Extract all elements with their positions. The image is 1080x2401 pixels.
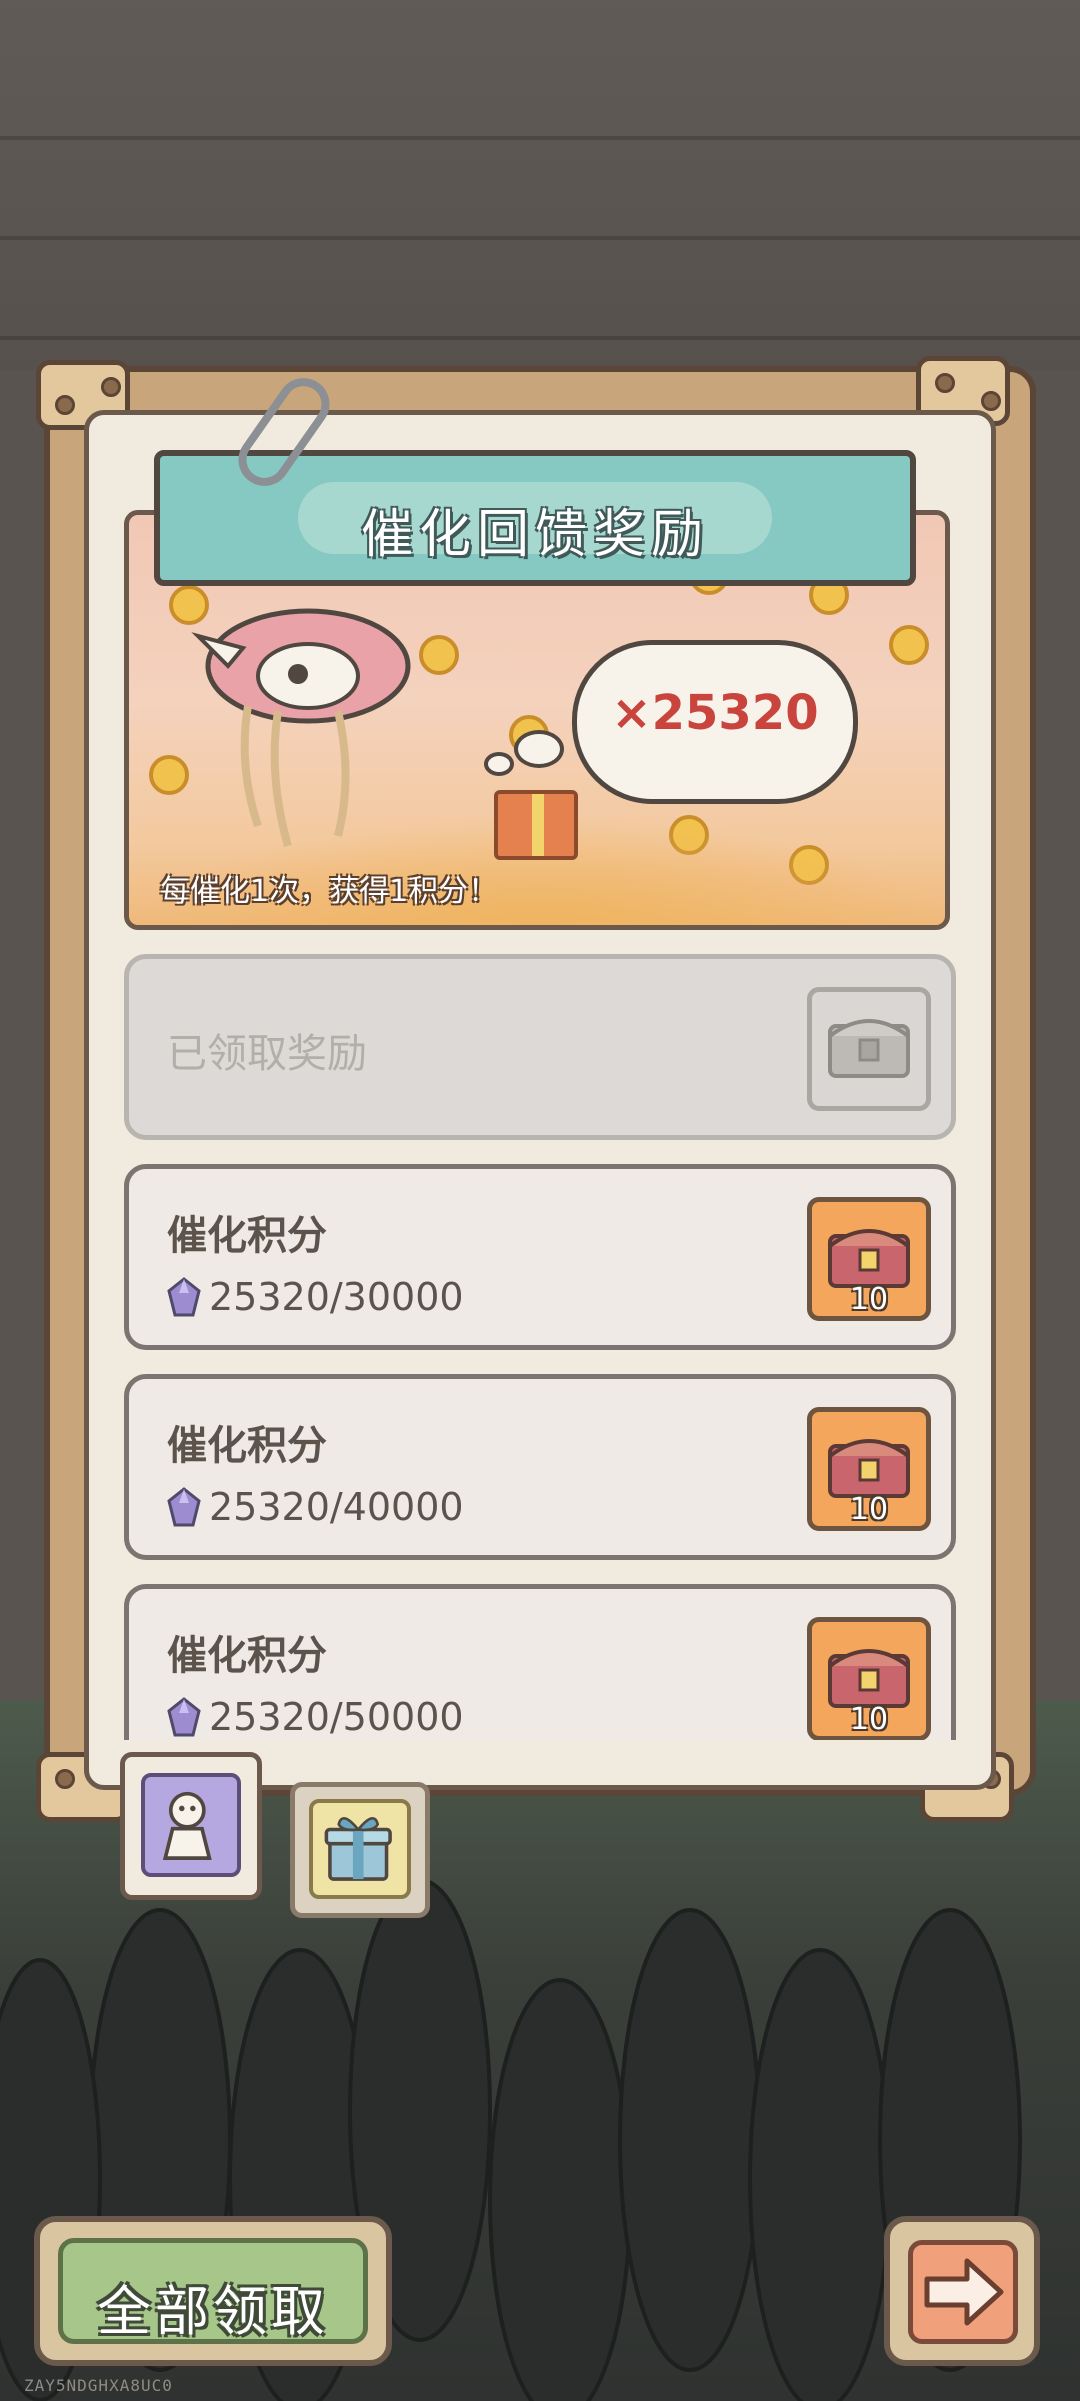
thought-bubble-small — [484, 752, 514, 776]
chest-icon — [828, 1019, 910, 1078]
coin-icon — [149, 755, 189, 795]
reward-chest-slot[interactable]: 10 — [807, 1617, 931, 1740]
reward-row-label: 催化积分 — [167, 1213, 327, 1259]
reward-chest-slot[interactable]: 10 — [807, 1197, 931, 1321]
watermark-text: ZAY5NDGHXA8UC0 — [24, 2376, 173, 2395]
crystal-gem-icon — [167, 1697, 201, 1737]
gift-box-icon — [309, 1799, 411, 1899]
points-bubble: ×25320 — [572, 640, 858, 804]
reward-row[interactable]: 催化积分 25320/30000 10 — [124, 1164, 956, 1350]
reward-row[interactable]: 催化积分 25320/40000 10 — [124, 1374, 956, 1560]
reward-row-label: 催化积分 — [167, 1633, 327, 1679]
reward-progress-text: 25320/50000 — [209, 1695, 464, 1739]
reward-chest-slot — [807, 987, 931, 1111]
panel-title: 催化回馈奖励 — [360, 505, 709, 565]
creature-character-icon — [191, 608, 411, 848]
gift-box-icon — [494, 790, 578, 860]
doll-icon — [141, 1773, 241, 1877]
chest-count: 10 — [849, 1702, 889, 1737]
chest-icon — [828, 1229, 910, 1288]
claim-all-button[interactable]: 全部领取 — [34, 2216, 392, 2366]
reward-row-claimed: 已领取奖励 — [124, 954, 956, 1140]
reward-row[interactable]: 催化积分 25320/50000 10 — [124, 1584, 956, 1740]
chest-icon — [828, 1439, 910, 1498]
chest-count: 10 — [849, 1492, 889, 1527]
arrow-right-icon — [924, 2258, 1004, 2326]
background-planks — [0, 40, 1080, 340]
reward-progress-text: 25320/30000 — [209, 1275, 464, 1319]
thought-bubble-medium — [514, 730, 564, 768]
coin-icon — [889, 625, 929, 665]
reward-chest-slot[interactable]: 10 — [807, 1407, 931, 1531]
chest-count: 10 — [849, 1282, 889, 1317]
next-button[interactable] — [884, 2216, 1040, 2366]
banner-caption: 每催化1次，获得1积分！ — [160, 874, 499, 909]
tab-catalyst-rewards[interactable] — [120, 1752, 262, 1900]
reward-list[interactable]: 已领取奖励 催化积分 25320/30000 10 催化积分 25320/400… — [84, 940, 996, 1740]
points-total: ×25320 — [611, 685, 819, 741]
chest-icon — [828, 1649, 910, 1708]
tab-gift-rewards[interactable] — [290, 1782, 430, 1918]
crystal-gem-icon — [167, 1487, 201, 1527]
crystal-gem-icon — [167, 1277, 201, 1317]
reward-progress-text: 25320/40000 — [209, 1485, 464, 1529]
reward-row-label: 已领取奖励 — [167, 1031, 367, 1077]
reward-row-label: 催化积分 — [167, 1423, 327, 1469]
claim-all-label: 全部领取 — [97, 2280, 329, 2343]
coin-icon — [419, 635, 459, 675]
